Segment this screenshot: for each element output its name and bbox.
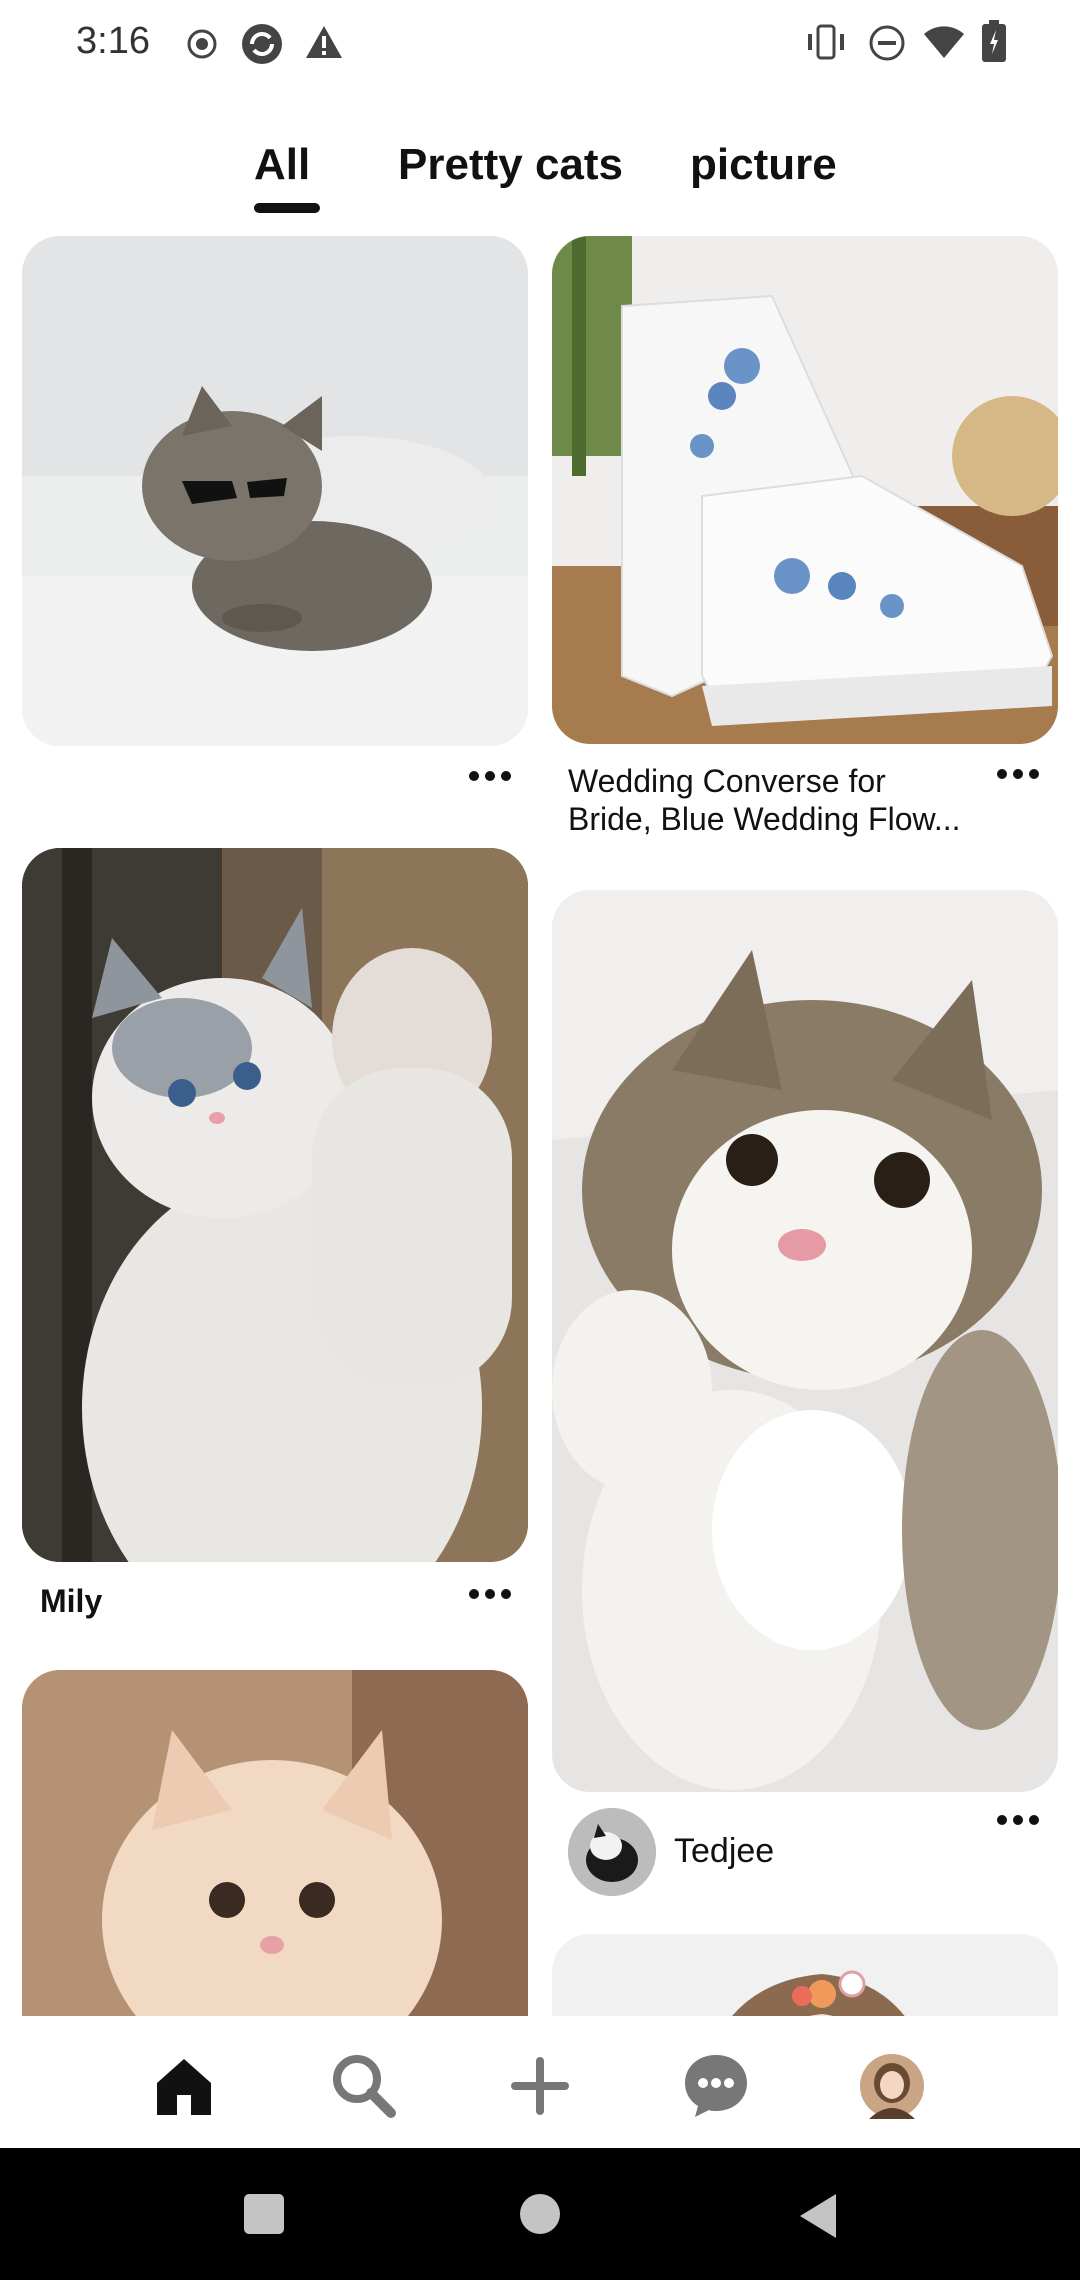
tab-all[interactable]: All	[254, 140, 310, 190]
pin-cat-raising-paw[interactable]	[22, 848, 528, 1562]
more-options-button[interactable]	[988, 1800, 1048, 1840]
pin-wedding-converse[interactable]	[552, 236, 1058, 744]
status-time: 3:16	[76, 20, 150, 62]
pin-illustration[interactable]	[552, 1934, 1058, 2016]
pin-title: Mily	[40, 1583, 103, 1619]
nav-search[interactable]	[324, 2046, 404, 2126]
pin-kitten-sunglasses[interactable]	[22, 236, 528, 746]
creator-avatar-image	[568, 1808, 656, 1896]
wifi-icon	[924, 26, 964, 58]
chat-icon	[685, 2055, 747, 2117]
fluffy-kitten-image	[22, 1670, 528, 2016]
home-button-icon[interactable]	[518, 2192, 562, 2236]
vibrate-icon	[808, 24, 844, 60]
board-tabs: All Pretty cats picture	[0, 140, 1080, 220]
pin-feed[interactable]: Wedding Converse for Bride, Blue Wedding…	[0, 236, 1080, 2016]
active-tab-indicator	[254, 203, 320, 213]
back-icon[interactable]	[796, 2192, 840, 2240]
pin-title-line2: Bride, Blue Wedding Flow...	[568, 801, 961, 837]
system-navigation-bar	[0, 2148, 1080, 2280]
do-not-disturb-icon	[869, 25, 905, 61]
nav-messages[interactable]	[676, 2046, 756, 2126]
pin-fluffy-kitten[interactable]	[22, 1670, 528, 2016]
cat-lying-image	[552, 890, 1058, 1792]
pin-title-line1: Wedding Converse for	[568, 763, 886, 799]
more-options-button[interactable]	[460, 756, 520, 796]
creator-avatar[interactable]	[568, 1808, 656, 1896]
cat-raising-paw-image	[22, 848, 528, 1562]
creator-name[interactable]: Tedjee	[674, 1832, 774, 1870]
status-bar: 3:16	[0, 0, 1080, 90]
nav-home[interactable]	[144, 2046, 224, 2126]
sync-icon	[242, 24, 282, 64]
bottom-navigation	[0, 2016, 1080, 2148]
tab-pretty-cats[interactable]: Pretty cats	[398, 140, 623, 190]
more-options-button[interactable]	[460, 1574, 520, 1614]
nav-create[interactable]	[500, 2046, 580, 2126]
nav-profile[interactable]	[852, 2046, 932, 2126]
wedding-shoes-image	[552, 236, 1058, 744]
home-icon	[157, 2059, 211, 2115]
warning-icon	[306, 26, 342, 58]
more-options-button[interactable]	[988, 754, 1048, 794]
pin-cat-lying[interactable]	[552, 890, 1058, 1792]
kitten-sunglasses-image	[22, 236, 528, 746]
search-icon	[333, 2055, 396, 2118]
recents-icon[interactable]	[242, 2192, 286, 2236]
illustration-image	[552, 1934, 1058, 2016]
tab-picture[interactable]: picture	[690, 140, 837, 190]
plus-icon	[511, 2057, 569, 2115]
battery-icon	[982, 20, 1006, 62]
record-icon	[187, 29, 217, 59]
avatar	[860, 2054, 924, 2119]
